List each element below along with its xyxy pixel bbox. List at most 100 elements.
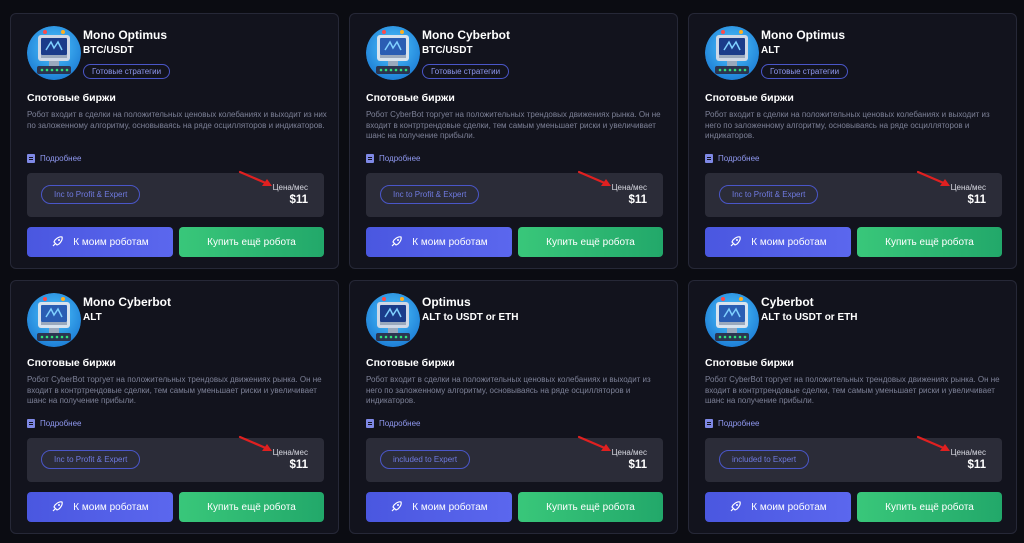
document-icon [27,419,35,428]
buy-robot-button-label: Купить ещё робота [885,501,974,513]
price-value: $11 [289,194,308,206]
my-robots-button[interactable]: К моим роботам [27,227,173,257]
robot-title: Cyberbot [761,295,814,309]
my-robots-button-label: К моим роботам [751,501,827,513]
more-link-label: Подробнее [718,154,760,163]
my-robots-button-label: К моим роботам [73,501,149,513]
robot-card: Mono Optimus BTC/USDT Готовые стратегии … [10,13,339,269]
document-icon [705,419,713,428]
rocket-icon [52,236,64,247]
section-title: Спотовые биржи [27,357,116,369]
plan-badge: included to Expert [719,450,810,469]
optimus-robot-icon [27,26,81,80]
my-robots-button-label: К моим роботам [751,236,827,248]
cyberbot-robot-icon [27,293,81,347]
robot-description: Робот входит в сделки на положительных ц… [366,375,651,405]
price-label: Цена/мес [611,183,647,192]
trading-pair: ALT [83,312,102,323]
strategy-tag[interactable]: Готовые стратегии [83,64,171,79]
buy-robot-button-label: Купить ещё робота [546,501,635,513]
my-robots-button-label: К моим роботам [73,236,149,248]
rocket-icon [730,501,742,512]
more-link[interactable]: Подробнее [366,154,421,163]
price-label: Цена/мес [272,448,308,457]
buy-robot-button[interactable]: Купить ещё робота [857,492,1002,522]
more-link[interactable]: Подробнее [366,419,421,428]
robot-description: Робот входит в сделки на положительных ц… [27,110,327,130]
my-robots-button[interactable]: К моим роботам [705,492,851,522]
buy-robot-button[interactable]: Купить ещё робота [518,227,663,257]
optimus-robot-icon [366,293,420,347]
buy-robot-button-label: Купить ещё робота [885,236,974,248]
more-link-label: Подробнее [379,154,421,163]
price-panel: included to Expert Цена/мес $11 [366,435,663,482]
plan-badge: Inc to Profit & Expert [41,450,141,469]
more-link[interactable]: Подробнее [27,419,82,428]
price-panel: Inc to Profit & Expert Цена/мес $11 [27,170,324,217]
buy-robot-button-label: Купить ещё робота [207,236,296,248]
robot-title: Mono Cyberbot [83,295,171,309]
robot-card: Mono Cyberbot ALT Спотовые биржи Робот C… [10,280,339,534]
more-link[interactable]: Подробнее [27,154,82,163]
trading-pair: BTC/USDT [422,45,473,56]
more-link-label: Подробнее [40,154,82,163]
my-robots-button[interactable]: К моим роботам [366,492,512,522]
buy-robot-button[interactable]: Купить ещё робота [857,227,1002,257]
my-robots-button[interactable]: К моим роботам [27,492,173,522]
robot-title: Mono Optimus [83,28,167,42]
section-title: Спотовые биржи [27,92,116,104]
rocket-icon [52,501,64,512]
section-title: Спотовые биржи [366,357,455,369]
price-label: Цена/мес [950,183,986,192]
trading-pair: ALT to USDT or ETH [761,312,858,323]
strategy-tag[interactable]: Готовые стратегии [761,64,849,79]
more-link[interactable]: Подробнее [705,154,760,163]
my-robots-button[interactable]: К моим роботам [366,227,512,257]
price-value: $11 [967,459,986,471]
optimus-robot-icon [705,26,759,80]
robot-card: Cyberbot ALT to USDT or ETH Спотовые бир… [688,280,1017,534]
document-icon [366,419,374,428]
price-label: Цена/мес [950,448,986,457]
robot-card: Mono Cyberbot BTC/USDT Готовые стратегии… [349,13,678,269]
robot-description: Робот CyberBot торгует на положительных … [27,375,322,405]
my-robots-button-label: К моим роботам [412,236,488,248]
price-label: Цена/мес [272,183,308,192]
rocket-icon [730,236,742,247]
trading-pair: ALT [761,45,780,56]
rocket-icon [391,501,403,512]
strategy-tag[interactable]: Готовые стратегии [422,64,510,79]
price-value: $11 [628,194,647,206]
plan-badge: Inc to Profit & Expert [41,185,141,204]
cyberbot-robot-icon [366,26,420,80]
price-value: $11 [289,459,308,471]
robot-card: Optimus ALT to USDT or ETH Спотовые бирж… [349,280,678,534]
buy-robot-button[interactable]: Купить ещё робота [179,492,324,522]
section-title: Спотовые биржи [705,357,794,369]
plan-badge: included to Expert [380,450,471,469]
my-robots-button-label: К моим роботам [412,501,488,513]
section-title: Спотовые биржи [705,92,794,104]
robot-title: Mono Optimus [761,28,845,42]
trading-pair: ALT to USDT or ETH [422,312,519,323]
buy-robot-button[interactable]: Купить ещё робота [518,492,663,522]
rocket-icon [391,236,403,247]
more-link-label: Подробнее [379,419,421,428]
more-link[interactable]: Подробнее [705,419,760,428]
price-value: $11 [967,194,986,206]
my-robots-button[interactable]: К моим роботам [705,227,851,257]
robot-description: Робот входит в сделки на положительных ц… [705,110,990,140]
plan-badge: Inc to Profit & Expert [719,185,819,204]
buy-robot-button[interactable]: Купить ещё робота [179,227,324,257]
section-title: Спотовые биржи [366,92,455,104]
price-panel: Inc to Profit & Expert Цена/мес $11 [705,170,1002,217]
robot-card: Mono Optimus ALT Готовые стратегии Спото… [688,13,1017,269]
robot-description: Робот CyberBot торгует на положительных … [705,375,1000,405]
price-value: $11 [628,459,647,471]
plan-badge: Inc to Profit & Expert [380,185,480,204]
robot-title: Mono Cyberbot [422,28,510,42]
more-link-label: Подробнее [40,419,82,428]
cyberbot-robot-icon [705,293,759,347]
robot-title: Optimus [422,295,471,309]
price-panel: Inc to Profit & Expert Цена/мес $11 [27,435,324,482]
